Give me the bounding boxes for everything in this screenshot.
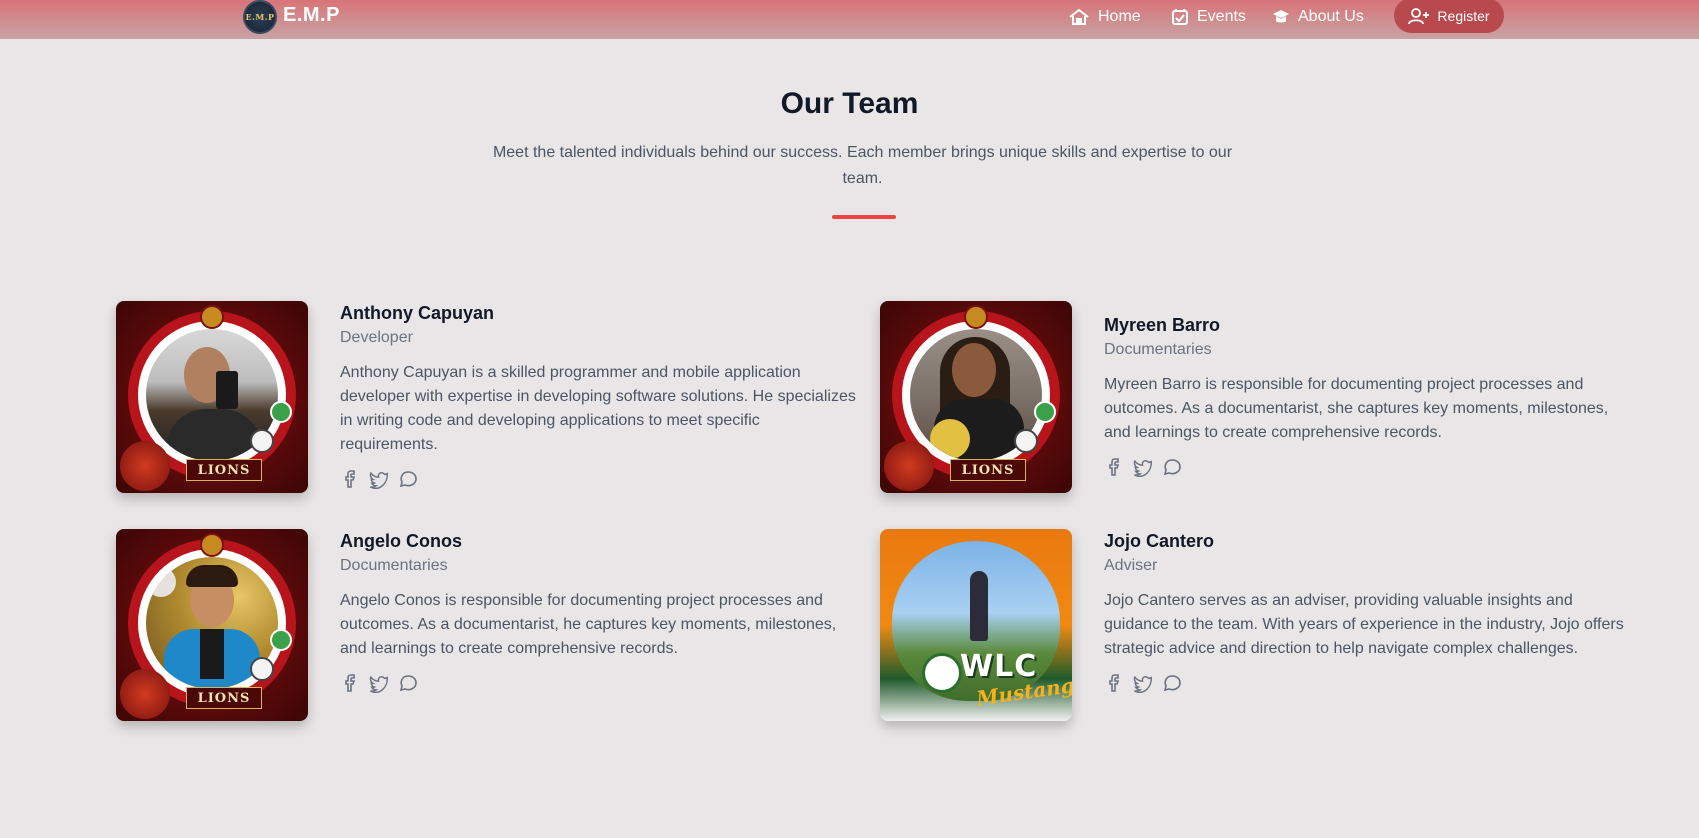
message-circle-icon[interactable] bbox=[398, 673, 418, 693]
twitter-icon[interactable] bbox=[369, 469, 389, 489]
member-description: Jojo Cantero serves as an adviser, provi… bbox=[1104, 592, 1624, 657]
brand-name[interactable]: E.M.P bbox=[283, 4, 340, 27]
register-label: Register bbox=[1437, 7, 1490, 24]
team-member-card: LIONS Anthony Capuyan Developer Anthony … bbox=[116, 301, 856, 496]
portrait-figure bbox=[970, 571, 988, 641]
seal-icon bbox=[1034, 401, 1056, 423]
calendar-check-icon bbox=[1172, 9, 1188, 25]
lion-mascot-icon bbox=[120, 669, 170, 719]
nav-home-label: Home bbox=[1098, 8, 1141, 25]
school-seal-icon bbox=[922, 653, 962, 693]
member-role: Documentaries bbox=[1104, 341, 1212, 358]
lion-crest-icon bbox=[200, 305, 224, 329]
social-links bbox=[340, 469, 860, 489]
lion-mascot-icon bbox=[884, 441, 934, 491]
nav-events[interactable]: Events bbox=[1171, 6, 1246, 28]
member-photo: LIONS bbox=[116, 301, 308, 493]
nav-about[interactable]: About Us bbox=[1272, 6, 1364, 28]
page-subtitle: Meet the talented individuals behind our… bbox=[492, 144, 1233, 187]
lion-mascot-icon bbox=[120, 441, 170, 491]
logo-text: E.M.P bbox=[245, 12, 275, 22]
member-description: Anthony Capuyan is a skilled programmer … bbox=[340, 364, 856, 453]
nav-about-label: About Us bbox=[1298, 8, 1364, 25]
member-role: Adviser bbox=[1104, 557, 1158, 574]
twitter-icon[interactable] bbox=[1133, 673, 1153, 693]
photo-badge: LIONS bbox=[186, 459, 262, 481]
member-description: Angelo Conos is responsible for document… bbox=[340, 592, 837, 657]
facebook-icon[interactable] bbox=[340, 469, 360, 489]
navbar: E.M.P E.M.P Home Events About Us Registe… bbox=[0, 0, 1699, 39]
member-name: Myreen Barro bbox=[1104, 315, 1221, 335]
message-circle-icon[interactable] bbox=[398, 469, 418, 489]
seal-icon bbox=[270, 401, 292, 423]
member-info: Anthony Capuyan Developer Anthony Capuya… bbox=[340, 301, 860, 489]
seal-icon bbox=[270, 629, 292, 651]
member-photo: WLC Mustangs bbox=[880, 529, 1072, 721]
social-links bbox=[1104, 673, 1624, 693]
nav-home[interactable]: Home bbox=[1068, 6, 1141, 28]
message-circle-icon[interactable] bbox=[1162, 457, 1182, 477]
member-info: Myreen Barro Documentaries Myreen Barro … bbox=[1104, 313, 1624, 477]
facebook-icon[interactable] bbox=[340, 673, 360, 693]
message-circle-icon[interactable] bbox=[1162, 673, 1182, 693]
member-photo: LIONS bbox=[116, 529, 308, 721]
social-links bbox=[1104, 457, 1624, 477]
lion-crest-icon bbox=[200, 533, 224, 557]
team-member-card: WLC Mustangs Jojo Cantero Adviser Jojo C… bbox=[880, 529, 1624, 724]
member-role: Developer bbox=[340, 329, 413, 346]
user-plus-icon bbox=[1408, 7, 1430, 24]
page-title: Our Team bbox=[780, 87, 919, 120]
register-button[interactable]: Register bbox=[1394, 0, 1504, 33]
member-role: Documentaries bbox=[340, 557, 448, 574]
photo-badge: LIONS bbox=[186, 687, 262, 709]
seal-icon bbox=[1014, 429, 1038, 453]
team-member-card: LIONS Myreen Barro Documentaries Myreen … bbox=[880, 301, 1620, 496]
member-name: Angelo Conos bbox=[340, 531, 462, 551]
nav-events-label: Events bbox=[1197, 8, 1246, 25]
lion-crest-icon bbox=[964, 305, 988, 329]
member-description: Myreen Barro is responsible for document… bbox=[1104, 376, 1609, 441]
home-icon bbox=[1069, 8, 1089, 25]
facebook-icon[interactable] bbox=[1104, 457, 1124, 477]
member-name: Jojo Cantero bbox=[1104, 531, 1215, 551]
team-member-card: LIONS Angelo Conos Documentaries Angelo … bbox=[116, 529, 856, 724]
member-photo: LIONS bbox=[880, 301, 1072, 493]
graduation-cap-icon bbox=[1273, 10, 1289, 23]
seal-icon bbox=[250, 429, 274, 453]
member-info: Angelo Conos Documentaries Angelo Conos … bbox=[340, 529, 860, 693]
site-logo[interactable]: E.M.P bbox=[243, 0, 277, 34]
title-divider bbox=[832, 215, 896, 219]
seal-icon bbox=[250, 657, 274, 681]
social-links bbox=[340, 673, 860, 693]
member-name: Anthony Capuyan bbox=[340, 303, 495, 323]
twitter-icon[interactable] bbox=[369, 673, 389, 693]
facebook-icon[interactable] bbox=[1104, 673, 1124, 693]
member-info: Jojo Cantero Adviser Jojo Cantero serves… bbox=[1104, 529, 1624, 693]
twitter-icon[interactable] bbox=[1133, 457, 1153, 477]
photo-badge: LIONS bbox=[950, 459, 1026, 481]
